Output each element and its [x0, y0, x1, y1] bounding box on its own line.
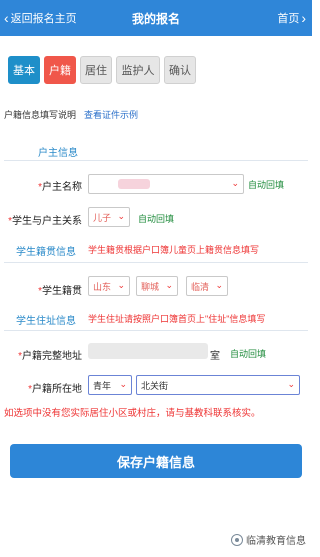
info-row: 户籍信息填写说明 查看证件示例	[4, 108, 138, 121]
relation-label: *学生与户主关系	[8, 216, 82, 227]
watermark: 临清教育信息	[231, 532, 306, 547]
save-household-button[interactable]: 保存户籍信息	[10, 444, 302, 478]
town-select[interactable]: 青年 ⌄	[88, 375, 132, 395]
city-select[interactable]: 聊城 ⌄	[136, 276, 178, 296]
wechat-account-icon	[231, 533, 243, 546]
tab-basic[interactable]: 基本	[8, 56, 40, 84]
district-label: *户籍所在地	[28, 384, 82, 395]
chevron-down-icon: ⌄	[165, 280, 173, 290]
watermark-text: 临清教育信息	[246, 536, 306, 547]
address-suffix: 室	[210, 351, 220, 362]
home-label: 首页	[277, 13, 300, 25]
chevron-down-icon: ⌄	[117, 280, 125, 290]
redacted-address	[88, 343, 208, 359]
chevron-down-icon: ⌄	[117, 211, 125, 221]
native-place-label: *学生籍贯	[38, 286, 82, 297]
address-section-title: 学生住址信息	[16, 316, 76, 327]
header-overlay	[0, 36, 96, 50]
chevron-right-icon: ›	[301, 10, 306, 26]
native-place-section-title: 学生籍贯信息	[16, 247, 76, 258]
divider	[4, 262, 308, 263]
chevron-down-icon: ⌄	[215, 280, 223, 290]
auto-fill-label: 自动回填	[248, 180, 285, 190]
county-select[interactable]: 临清 ⌄	[186, 276, 228, 296]
tab-residence[interactable]: 居住	[80, 56, 112, 84]
tab-confirm[interactable]: 确认	[164, 56, 196, 84]
householder-name-input[interactable]: ⌄	[88, 174, 244, 194]
auto-fill-label: 自动回填	[230, 349, 267, 359]
instruction-text: 户籍信息填写说明	[4, 110, 77, 120]
home-button[interactable]: 首页 ›	[277, 10, 306, 26]
divider	[4, 160, 308, 161]
native-place-hint: 学生籍贯根据户口簿儿童页上籍贯信息填写	[88, 245, 260, 255]
divider	[4, 330, 308, 331]
app-header: ‹ 返回报名主页 我的报名 首页 ›	[0, 0, 312, 36]
tab-household[interactable]: 户籍	[44, 56, 76, 84]
chevron-down-icon: ⌄	[231, 178, 239, 188]
step-tabs: 基本 户籍 居住 监护人 确认	[8, 56, 196, 84]
example-link[interactable]: 查看证件示例	[84, 108, 138, 121]
chevron-down-icon: ⌄	[287, 379, 295, 389]
redacted-name	[118, 179, 150, 189]
householder-name-label: *户主名称	[38, 182, 82, 193]
street-select[interactable]: 北关街 ⌄	[136, 375, 300, 395]
chevron-down-icon: ⌄	[119, 379, 127, 389]
tab-guardian[interactable]: 监护人	[116, 56, 160, 84]
householder-section-title: 户主信息	[38, 148, 78, 159]
warning-text: 如选项中没有您实际居住小区或村庄，请与基教科联系核实。	[4, 408, 261, 419]
province-select[interactable]: 山东 ⌄	[88, 276, 130, 296]
relation-select[interactable]: 儿子 ⌄	[88, 207, 130, 227]
full-address-label: *户籍完整地址	[18, 351, 82, 362]
address-hint: 学生住址请按照户口簿首页上"住址"信息填写	[88, 314, 266, 324]
auto-fill-label: 自动回填	[138, 214, 175, 224]
page-title: 我的报名	[131, 12, 180, 26]
